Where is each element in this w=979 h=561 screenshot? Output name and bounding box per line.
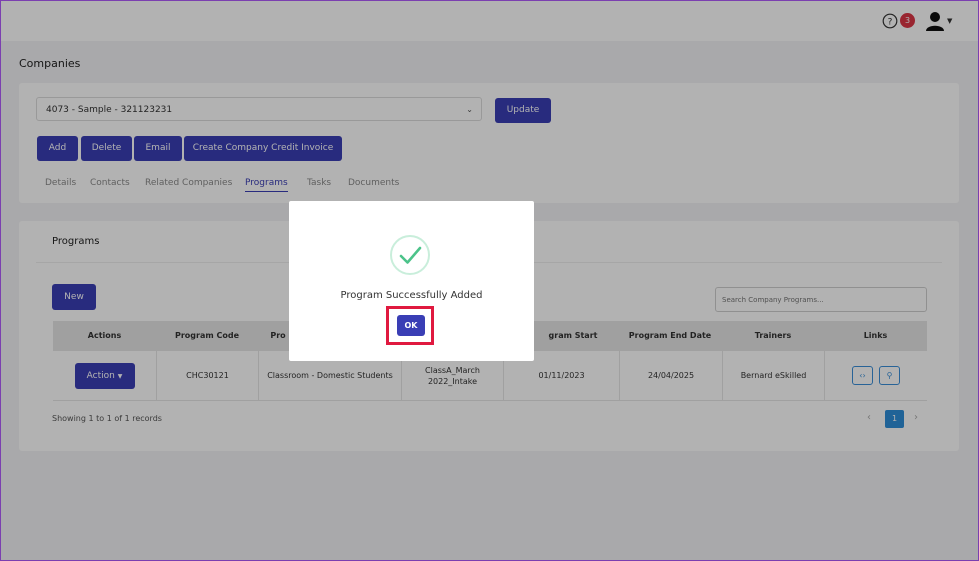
dialog-message: Program Successfully Added bbox=[340, 290, 483, 301]
app-frame: ? 3 ▼ Companies 4073 - Sample - 32112323… bbox=[0, 0, 979, 561]
success-dialog: Program Successfully Added OK bbox=[289, 201, 534, 361]
success-check-icon bbox=[390, 235, 430, 275]
ok-button[interactable]: OK bbox=[397, 315, 425, 336]
